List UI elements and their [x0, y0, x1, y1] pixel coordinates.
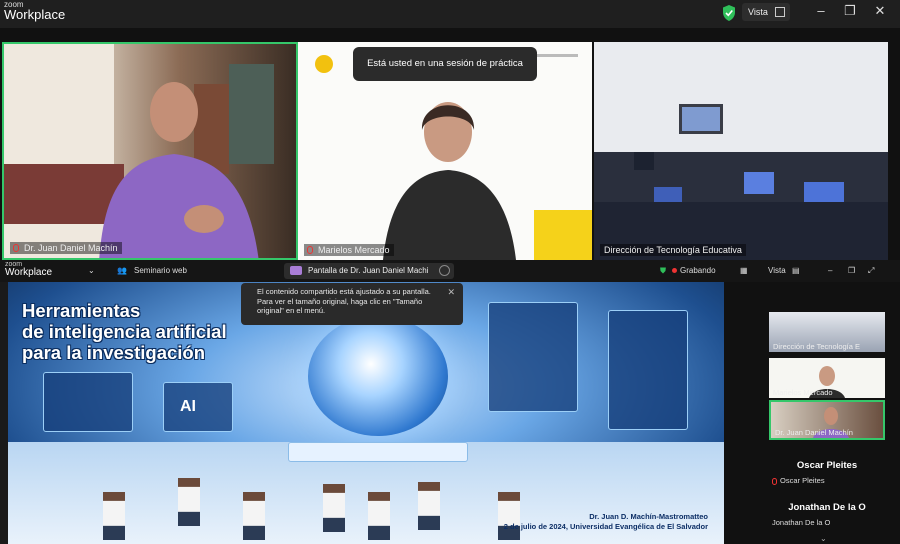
view-button[interactable]: Vista: [742, 3, 790, 21]
participant-name: Dr. Juan Daniel Machín: [775, 428, 853, 437]
globe-illustration: [308, 316, 448, 436]
gallery-icon[interactable]: ▦: [740, 266, 748, 275]
speaker-video: [4, 44, 274, 258]
participant-name: Dirección de Tecnología Educativa: [600, 244, 746, 256]
notice-text: El contenido compartido está ajustado a …: [257, 287, 431, 315]
fullscreen-icon[interactable]: ⤢: [868, 266, 874, 276]
scientist-figure: [368, 492, 390, 540]
restore-icon[interactable]: ❐: [843, 4, 857, 18]
video-tile-speaker[interactable]: Dr. Juan Daniel Machín: [2, 42, 298, 260]
hologram-panel: AI: [163, 382, 233, 432]
scientist-figure: [103, 492, 125, 540]
minimize-icon[interactable]: –: [814, 4, 828, 18]
close-icon[interactable]: ✕: [447, 287, 455, 298]
hologram-panel: [608, 310, 688, 430]
participant-name: Marielos Mercado: [773, 388, 833, 397]
video-tile-room[interactable]: Dirección de Tecnología Educativa: [594, 42, 888, 260]
logo-big-text: Workplace: [4, 7, 66, 22]
share-options-icon[interactable]: [439, 265, 450, 276]
screen-share-indicator[interactable]: Pantalla de Dr. Juan Daniel Machi: [284, 263, 454, 279]
scientist-figure: [243, 492, 265, 540]
scientist-figure: [418, 482, 440, 530]
attendee-name[interactable]: Jonathan De la O: [769, 502, 885, 513]
fit-to-screen-notice: El contenido compartido está ajustado a …: [241, 283, 463, 325]
participants-sidebar: Dirección de Tecnología E Marielos Merca…: [724, 282, 900, 544]
central-platform: [288, 442, 468, 462]
recording-indicator[interactable]: Grabando: [672, 266, 716, 275]
practice-session-banner: Está usted en una sesión de práctica: [353, 47, 537, 81]
participant-thumbnail-active[interactable]: Dr. Juan Daniel Machín: [769, 400, 885, 440]
zoom-window: zoom Workplace Vista – ❐ ✕ Está usted en…: [0, 0, 900, 544]
scientist-figure: [323, 484, 345, 532]
slide-title: Herramientas de inteligencia artificial …: [22, 300, 227, 363]
scientist-figure: [178, 478, 200, 526]
attendee-sub: Oscar Pleites: [772, 476, 825, 485]
webinar-label[interactable]: Seminario web: [134, 266, 187, 275]
grid-icon: ▤: [792, 266, 800, 275]
screen-share-icon: [290, 266, 302, 275]
participant-thumbnail[interactable]: Marielos Mercado: [769, 358, 885, 398]
webinar-icon: 👥: [117, 266, 127, 275]
muted-mic-icon: [772, 477, 777, 485]
minimize-icon[interactable]: –: [828, 266, 832, 275]
view-label: Vista: [748, 7, 768, 17]
security-shield-icon[interactable]: ⛊: [660, 266, 666, 276]
ai-panel-label: AI: [180, 398, 196, 415]
title-bar: zoom Workplace Vista – ❐ ✕: [0, 0, 900, 28]
inner-app-logo: zoom Workplace: [5, 261, 53, 278]
muted-mic-icon: [307, 246, 313, 254]
close-icon[interactable]: ✕: [873, 4, 887, 18]
security-shield-icon[interactable]: [721, 4, 737, 22]
hologram-panel: [488, 302, 578, 412]
participant-name: Marielos Mercado: [304, 244, 394, 256]
slide-author: Dr. Juan D. Machín-Mastromatteo 2 de jul…: [503, 512, 708, 531]
view-button[interactable]: Vista: [768, 266, 786, 275]
share-label: Pantalla de Dr. Juan Daniel Machi: [308, 266, 429, 275]
attendee-name[interactable]: Oscar Pleites: [769, 460, 885, 471]
muted-mic-icon: [13, 244, 19, 252]
room-video: [594, 42, 888, 260]
participant-name: Dirección de Tecnología E: [773, 342, 860, 351]
app-logo: zoom Workplace: [4, 0, 66, 22]
hologram-panel: [43, 372, 133, 432]
inner-meeting-toolbar: zoom Workplace ⌄ 👥 Seminario web Pantall…: [0, 260, 900, 282]
scroll-down-icon[interactable]: ⌄: [820, 534, 827, 543]
grid-icon: [775, 7, 785, 17]
participant-name: Dr. Juan Daniel Machín: [10, 242, 122, 254]
participant-thumbnail[interactable]: Dirección de Tecnología E: [769, 312, 885, 352]
attendee-sub: Jonathan De la O: [772, 518, 831, 527]
restore-icon[interactable]: ❐: [848, 266, 855, 275]
chevron-down-icon[interactable]: ⌄: [88, 266, 95, 275]
